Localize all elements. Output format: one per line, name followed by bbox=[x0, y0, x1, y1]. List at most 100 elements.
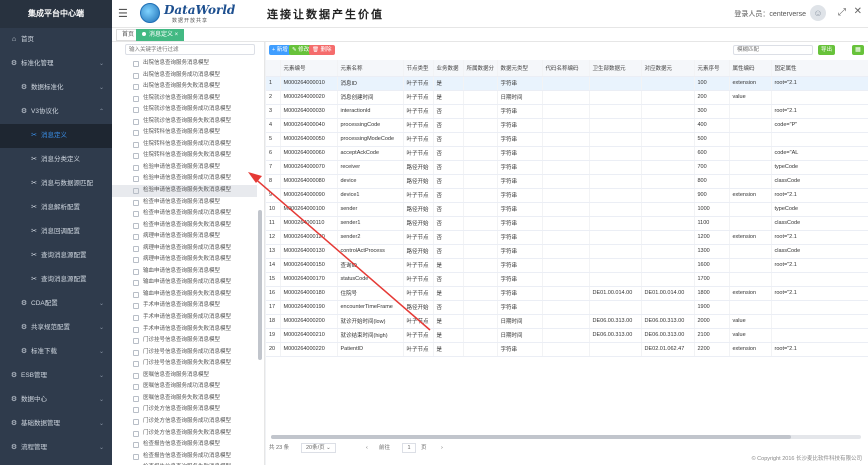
column-header[interactable]: 固定属性 bbox=[771, 60, 868, 77]
tree-node[interactable]: 住院转科信息查询服务成功消息模型 bbox=[112, 139, 257, 151]
prev-page-button[interactable]: ‹ bbox=[366, 442, 368, 454]
sidebar-item[interactable]: ⚙ 标准下载 ⌄ bbox=[0, 340, 112, 364]
sidebar-item[interactable]: ⚙ CDA配置 ⌄ bbox=[0, 292, 112, 316]
sidebar-item[interactable]: ⚙ V3协议化 ⌃ bbox=[0, 100, 112, 124]
table-row[interactable]: 13 M000264000130 controlActProcess 路径开始否 字符串… bbox=[266, 244, 868, 259]
add-button[interactable]: + 新增 bbox=[269, 45, 291, 55]
tree-node[interactable]: 手术申请信息查询服务成功消息模型 bbox=[112, 312, 257, 324]
tree-node[interactable]: 检查报告信息查询服务成功消息模型 bbox=[112, 451, 257, 463]
tree-node[interactable]: 医嘱信息查询服务成功消息模型 bbox=[112, 381, 257, 393]
tree-node[interactable]: 门诊挂号信息查询服务成功消息模型 bbox=[112, 347, 257, 359]
tree-node[interactable]: 住院就诊信息查询服务消息模型 bbox=[112, 93, 257, 105]
column-header[interactable]: 对应数据元 bbox=[641, 60, 695, 77]
tree-node[interactable]: 输血申请信息查询服务消息模型 bbox=[112, 266, 257, 278]
tree-node[interactable]: 检查报告信息查询服务消息模型 bbox=[112, 439, 257, 451]
tree-node[interactable]: 医嘱信息查询服务消息模型 bbox=[112, 370, 257, 382]
tree-node[interactable]: 手术申请信息查询服务消息模型 bbox=[112, 300, 257, 312]
sidebar-item[interactable]: ✂ 消息回调配置 bbox=[0, 220, 112, 244]
sidebar-item[interactable]: ✂ 消息分类定义 bbox=[0, 148, 112, 172]
sidebar-item[interactable]: ⚙ ESB管理 ⌄ bbox=[0, 364, 112, 388]
avatar-icon[interactable]: ☺ bbox=[810, 5, 826, 21]
tree-node[interactable]: 出院信息查询服务失败消息模型 bbox=[112, 81, 257, 93]
sidebar-item[interactable]: ⚙ 标准化管理 ⌄ bbox=[0, 52, 112, 76]
column-header[interactable]: 卫生部数据元 bbox=[589, 60, 642, 77]
tree-node[interactable]: 门诊处方信息查询服务消息模型 bbox=[112, 404, 257, 416]
fullscreen-icon[interactable]: ⤢ bbox=[838, 7, 846, 18]
tree-node[interactable]: 出院信息查询服务成功消息模型 bbox=[112, 70, 257, 82]
table-row[interactable]: 2 M000264000020 消息创建时间 叶子节点是 日期时间 200 value bbox=[266, 90, 868, 105]
tree-node[interactable]: 住院转科信息查询服务失败消息模型 bbox=[112, 150, 257, 162]
table-row[interactable]: 3 M000264000030 interactionId 叶子节点否 字符串 300 ro… bbox=[266, 104, 868, 119]
tree-node[interactable]: 门诊挂号信息查询服务失败消息模型 bbox=[112, 358, 257, 370]
column-header[interactable]: 元素名称 bbox=[337, 60, 404, 77]
login-user[interactable]: centerverse bbox=[769, 11, 806, 18]
tree-node[interactable]: 检验申请信息查询服务成功消息模型 bbox=[112, 173, 257, 185]
column-header[interactable]: 元素序号 bbox=[694, 60, 730, 77]
table-row[interactable]: 11 M000264000110 sender1 路径开始否 字符串 1100 classC… bbox=[266, 216, 868, 231]
tree-node[interactable]: 病理申请信息查询服务成功消息模型 bbox=[112, 243, 257, 255]
table-row[interactable]: 16 M000264000180 住院号 叶子节点是 字符串 DE01.00.014.00… bbox=[266, 286, 868, 301]
sidebar-item[interactable]: ⚙统计管理⌄ bbox=[0, 460, 112, 465]
menu-toggle-icon[interactable]: ☰ bbox=[118, 7, 130, 21]
scrollbar-thumb[interactable] bbox=[271, 435, 791, 439]
tree-node[interactable]: 住院就诊信息查询服务成功消息模型 bbox=[112, 104, 257, 116]
table-row[interactable]: 12 M000264000120 sender2 叶子节点否 字符串 1200 extens… bbox=[266, 230, 868, 245]
column-header[interactable]: 业务数据 bbox=[433, 60, 464, 77]
tree-node[interactable]: 检验申请信息查询服务失败消息模型 bbox=[112, 185, 257, 197]
table-row[interactable]: 18 M000264000200 就诊开始时间(low) 叶子节点是 日期时间 DE06.… bbox=[266, 314, 868, 329]
column-header[interactable]: 所属数据分 bbox=[463, 60, 498, 77]
tree-filter-input[interactable] bbox=[125, 44, 255, 55]
sidebar-item[interactable]: ⚙ 共享规范配置 ⌄ bbox=[0, 316, 112, 340]
table-row[interactable]: 9 M000264000090 device1 叶子节点否 字符串 900 extensio… bbox=[266, 188, 868, 203]
sidebar-item[interactable]: ⚙ 数据中心 ⌄ bbox=[0, 388, 112, 412]
column-header[interactable]: 代码名称编码 bbox=[542, 60, 590, 77]
tree-node[interactable]: 检查申请信息查询服务消息模型 bbox=[112, 197, 257, 209]
tree-node[interactable]: 出院信息查询服务消息模型 bbox=[112, 58, 257, 70]
page-size-select[interactable]: 20条/页 ⌄ bbox=[301, 443, 336, 453]
next-page-button[interactable]: › bbox=[441, 442, 443, 454]
tree-node[interactable]: 医嘱信息查询服务失败消息模型 bbox=[112, 393, 257, 405]
sidebar-item[interactable]: ⚙ 基础数据管理 ⌄ bbox=[0, 412, 112, 436]
tree-node[interactable]: 输血申请信息查询服务成功消息模型 bbox=[112, 277, 257, 289]
sidebar-item[interactable]: ✂ 消息解析配置 bbox=[0, 196, 112, 220]
table-search-input[interactable] bbox=[733, 45, 813, 55]
sidebar-item[interactable]: ✂ 查询消息源配置 bbox=[0, 244, 112, 268]
table-row[interactable]: 10 M000264000100 sender 路径开始否 字符串 1000 typeCod… bbox=[266, 202, 868, 217]
tree-node[interactable]: 检验申请信息查询服务消息模型 bbox=[112, 162, 257, 174]
tree-node[interactable]: 门诊挂号信息查询服务消息模型 bbox=[112, 335, 257, 347]
table-row[interactable]: 15 M000264000170 statusCode 叶子节点否 字符串 1700 bbox=[266, 272, 868, 287]
table-row[interactable]: 17 M000264000190 encounterTimeFrame 路径开始否 字符… bbox=[266, 300, 868, 315]
sidebar-item[interactable]: ✂ 消息定义 bbox=[0, 124, 112, 148]
horizontal-scrollbar[interactable] bbox=[271, 435, 861, 439]
tree-node[interactable]: 门诊处方信息查询服务成功消息模型 bbox=[112, 416, 257, 428]
tree-node[interactable]: 住院转科信息查询服务消息模型 bbox=[112, 127, 257, 139]
table-row[interactable]: 14 M000264000150 查询ID 叶子节点是 字符串 1600 root="2.1 bbox=[266, 258, 868, 273]
delete-button[interactable]: 🗑 删除 bbox=[309, 45, 335, 55]
table-row[interactable]: 4 M000264000040 processingCode 叶子节点否 字符串 400 c… bbox=[266, 118, 868, 133]
tree-node[interactable]: 手术申请信息查询服务失败消息模型 bbox=[112, 324, 257, 336]
column-header[interactable]: 属性编码 bbox=[729, 60, 772, 77]
sidebar-item[interactable]: ⌂ 首页 bbox=[0, 28, 112, 52]
columns-toggle-icon[interactable]: ▦ bbox=[852, 45, 864, 55]
table-row[interactable]: 20 M000264000220 PatientID 叶子节点是 字符串 DE02.01.… bbox=[266, 342, 868, 357]
tab-message-definition[interactable]: 消息定义 × bbox=[136, 29, 185, 41]
tree-node[interactable]: 输血申请信息查询服务失败消息模型 bbox=[112, 289, 257, 301]
table-row[interactable]: 6 M000264000060 acceptAckCode 叶子节点否 字符串 600 co… bbox=[266, 146, 868, 161]
tree-node[interactable]: 病理申请信息查询服务消息模型 bbox=[112, 231, 257, 243]
table-row[interactable]: 7 M000264000070 receiver 路径开始否 字符串 700 typeCod… bbox=[266, 160, 868, 175]
tree-node[interactable]: 检查申请信息查询服务成功消息模型 bbox=[112, 208, 257, 220]
column-header[interactable]: 元素编号 bbox=[280, 60, 338, 77]
tree-node[interactable]: 病理申请信息查询服务失败消息模型 bbox=[112, 254, 257, 266]
sidebar-item[interactable]: ✂ 消息与数据源匹配 bbox=[0, 172, 112, 196]
tree-node[interactable]: 检查申请信息查询服务失败消息模型 bbox=[112, 220, 257, 232]
column-header[interactable] bbox=[266, 60, 281, 77]
sidebar-item[interactable]: ✂ 查询消息源配置 bbox=[0, 268, 112, 292]
close-icon[interactable]: ✕ bbox=[854, 6, 862, 17]
column-header[interactable]: 数据元类型 bbox=[497, 60, 543, 77]
tree-node[interactable]: 门诊处方信息查询服务失败消息模型 bbox=[112, 428, 257, 440]
table-row[interactable]: 8 M000264000080 device 路径开始否 字符串 800 classCode bbox=[266, 174, 868, 189]
table-row[interactable]: 19 M000264000210 就诊结束时间(high) 叶子节点是 日期时间 DE06… bbox=[266, 328, 868, 343]
table-row[interactable]: 1 M000264000010 消息ID 叶子节点是 字符串 100 extension ro… bbox=[266, 76, 868, 91]
page-number-input[interactable]: 1 bbox=[402, 443, 416, 453]
sidebar-item[interactable]: ⚙ 流程管理 ⌄ bbox=[0, 436, 112, 460]
